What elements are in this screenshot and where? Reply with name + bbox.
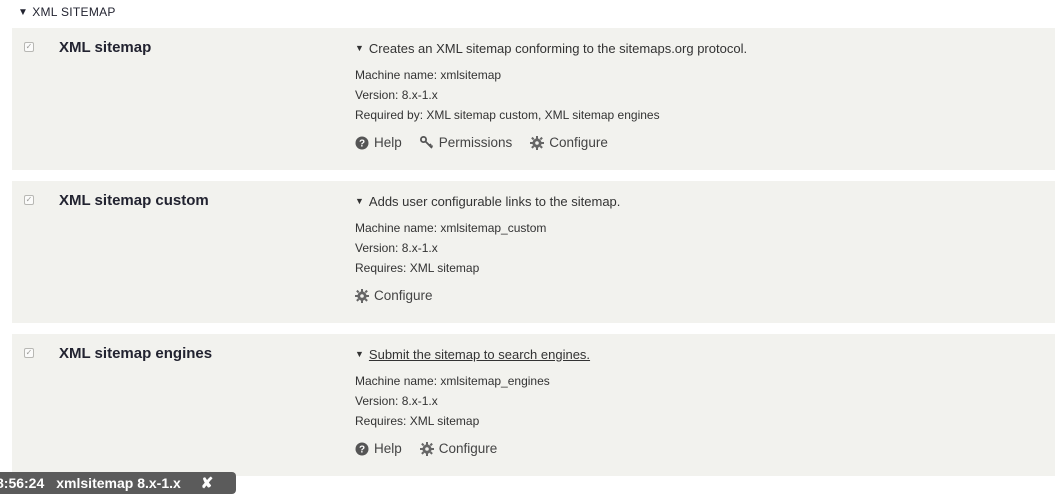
svg-text:?: ? [359,444,365,455]
module-details: ▼ Submit the sitemap to search engines. … [355,346,1035,457]
module-links: ? Help Configure [355,441,1035,456]
module-row-xmlsitemap-custom: ✓ XML sitemap custom ▼ Adds user configu… [12,181,1055,323]
module-row-xmlsitemap: ✓ XML sitemap ▼ Creates an XML sitemap c… [12,28,1055,170]
module-links: Configure [355,288,1035,303]
module-version: Version: 8.x-1.x [355,241,438,255]
module-version: Version: 8.x-1.x [355,88,438,102]
machine-name: Machine name: xmlsitemap [355,68,502,82]
module-details: ▼ Creates an XML sitemap conforming to t… [355,40,1035,151]
gear-icon [530,135,545,150]
collapse-triangle-icon: ▼ [18,6,29,18]
module-name: XML sitemap custom [59,192,209,209]
module-description: Adds user configurable links to the site… [368,193,621,209]
permissions-label: Permissions [438,135,513,150]
module-details: ▼ Adds user configurable links to the si… [355,193,1035,303]
module-requires: Requires: XML sitemap [355,261,480,275]
module-description: Submit the sitemap to search engines. [368,346,591,362]
module-requires: Requires: XML sitemap [355,414,480,428]
module-name: XML sitemap [59,39,152,56]
module-enable-checkbox[interactable]: ✓ [24,42,34,52]
expand-triangle-icon: ▼ [355,43,364,53]
svg-text:?: ? [359,138,365,149]
help-icon: ? [355,442,369,455]
description-toggle[interactable]: ▼ Submit the sitemap to search engines. [355,346,1035,362]
configure-link[interactable]: Configure [355,288,433,303]
gear-icon [419,441,434,456]
gear-icon [355,288,369,303]
status-time: 8:56:24 [0,475,45,491]
key-icon [419,135,433,149]
configure-label: Configure [374,288,433,303]
help-icon: ? [355,136,369,149]
help-label: Help [374,441,402,456]
module-required-by: Required by: XML sitemap custom, XML sit… [355,108,660,122]
status-label: xmlsitemap 8.x-1.x [56,475,181,491]
configure-label: Configure [438,441,498,456]
configure-link[interactable]: Configure [419,441,498,456]
configure-label: Configure [549,135,608,150]
help-label: Help [374,135,402,150]
module-enable-checkbox[interactable]: ✓ [24,348,34,358]
machine-name: Machine name: xmlsitemap_custom [355,221,547,235]
expand-triangle-icon: ▼ [355,349,364,359]
module-links: ? Help Permissions Configure [355,135,1035,150]
help-link[interactable]: ? Help [355,441,402,456]
expand-triangle-icon: ▼ [355,196,364,206]
help-link[interactable]: ? Help [355,135,402,150]
module-description: Creates an XML sitemap conforming to the… [368,40,748,56]
description-toggle[interactable]: ▼ Creates an XML sitemap conforming to t… [355,40,1035,56]
close-icon[interactable]: ✘ [201,474,214,492]
status-overlay-bar: 8:56:24 xmlsitemap 8.x-1.x ✘ [0,472,236,494]
module-enable-checkbox[interactable]: ✓ [24,195,34,205]
description-toggle[interactable]: ▼ Adds user configurable links to the si… [355,193,1035,209]
machine-name: Machine name: xmlsitemap_engines [355,374,550,388]
configure-link[interactable]: Configure [530,135,608,150]
module-row-xmlsitemap-engines: ✓ XML sitemap engines ▼ Submit the sitem… [12,334,1055,476]
section-toggle-xml-sitemap[interactable]: ▼ XML SITEMAP [18,5,116,19]
section-title: XML SITEMAP [32,5,116,19]
permissions-link[interactable]: Permissions [419,135,513,150]
module-version: Version: 8.x-1.x [355,394,438,408]
module-name: XML sitemap engines [59,345,213,362]
